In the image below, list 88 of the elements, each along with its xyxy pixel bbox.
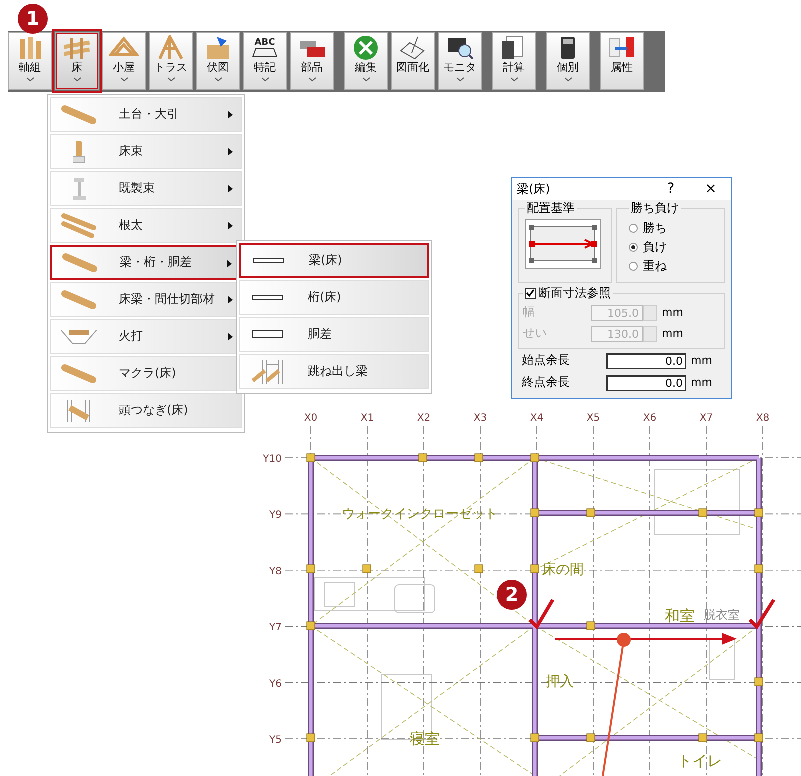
step-badge: 2 [497,580,527,610]
grid-axis-label: Y7 [270,622,282,634]
toolbar-button[interactable]: 図面化 [391,32,435,90]
checkbox[interactable] [525,288,536,299]
toolbar-button[interactable]: 計算 [492,32,536,90]
checkmark-icon [528,599,554,630]
menu-item-icon [252,330,284,339]
toolbar-button[interactable]: 編集 [344,32,388,90]
grid-axis-label: Y10 [263,454,282,465]
toolbar-tool-icon [351,35,381,61]
toolbar-button[interactable]: 小屋 [102,32,146,90]
grid-axis-label: Y5 [270,735,282,746]
grid-axis-label: X4 [530,413,544,424]
grid-axis-label: X6 [643,413,657,424]
menu-item-icon [252,360,284,384]
grid-axis-label: X5 [586,413,600,424]
toolbar-button[interactable]: 伏図 [196,32,240,90]
menu-item-icon [61,290,97,310]
group-label: 配置基準 [526,200,576,217]
menu-item-icon [252,294,284,300]
menu-item[interactable]: 根太 [50,208,242,243]
menu-item-icon [67,400,91,422]
unit-label: mm [691,376,712,389]
menu-item-icon [61,330,97,344]
checkmark-icon [748,599,776,630]
menu-item[interactable]: 床束 [50,134,242,169]
toolbar-button[interactable]: ABC 特記 [243,32,287,90]
grid-axis-label: X2 [417,413,431,424]
menu-item[interactable]: 跳ね出し梁 [239,354,429,389]
toolbar-button[interactable]: 個別 [546,32,590,90]
menu-item[interactable]: 既製束 [50,171,242,206]
grid-axis-label: X7 [700,413,714,424]
toolbar-tool-icon [445,35,475,61]
menu-item-icon [61,212,97,238]
room-label: 押入 [546,674,574,690]
step-badge: 1 [18,4,48,34]
grid-axis-label: Y8 [270,566,282,578]
close-button[interactable]: × [691,178,731,200]
checkbox-option[interactable]: 断面寸法参照 [523,285,613,302]
unit-label: mm [662,306,684,319]
grid-axis-label: X1 [360,413,374,424]
radio-option[interactable]: 勝ち [629,219,718,238]
toolbar-button[interactable]: 軸組 [8,32,52,90]
menu-item[interactable]: 頭つなぎ(床) [50,393,242,428]
menu-item-icon [73,140,85,162]
toolbar-button[interactable]: モニタ [438,32,482,90]
toolbar-button[interactable]: トラス [149,32,193,90]
unit-label: mm [662,327,684,340]
field-label: 幅 [523,304,536,321]
grid-axis-label: X3 [474,413,488,424]
radio-button[interactable] [629,262,638,271]
placement-reference-icon[interactable] [525,219,601,269]
toolbar-button[interactable]: 部品 [290,32,334,90]
unit-label: mm [691,354,712,367]
grid-axis-label: X8 [756,413,770,424]
radio-button[interactable] [629,224,638,233]
menu-item-icon [62,252,98,272]
field-label: 終点余長 [522,374,571,391]
room-label: 寝室 [410,730,440,748]
room-label: トイレ [678,752,722,770]
toolbar-button[interactable]: 床 [55,32,99,90]
toolbar-tool-icon [156,35,186,61]
help-button[interactable]: ? [651,178,691,200]
menu-item[interactable]: 桁(床) [239,280,429,315]
room-label: 脱衣室 [704,608,740,622]
toolbar-button[interactable]: 属性 [600,32,644,90]
menu-item-icon [253,258,285,264]
radio-option[interactable]: 負け [629,238,718,257]
radio-option[interactable]: 重ね [629,257,718,276]
input-field[interactable]: 0.0 [606,374,686,390]
field-label: せい [523,325,548,342]
grid-axis-label: X0 [304,413,318,424]
menu-item-icon [61,104,97,124]
icon-caption: ABC [254,38,276,48]
grid-axis-label: Y9 [270,510,282,522]
menu-item[interactable]: 梁(床) [239,243,429,278]
room-label: 和室 [665,607,695,625]
menu-item-icon [61,364,97,384]
menu-item-icon [72,178,86,200]
menu-item[interactable]: 胴差 [239,317,429,352]
group-label: 勝ち負け [630,200,680,217]
radio-button[interactable] [629,243,638,252]
dialog-title: 梁(床) [517,180,552,198]
input-field[interactable]: 0.0 [606,352,686,368]
menu-item[interactable]: 土台・大引 [50,97,242,132]
grid-axis-label: Y6 [270,678,282,690]
toolbar-tool-icon [62,35,92,61]
field-label: 始点余長 [522,352,571,369]
